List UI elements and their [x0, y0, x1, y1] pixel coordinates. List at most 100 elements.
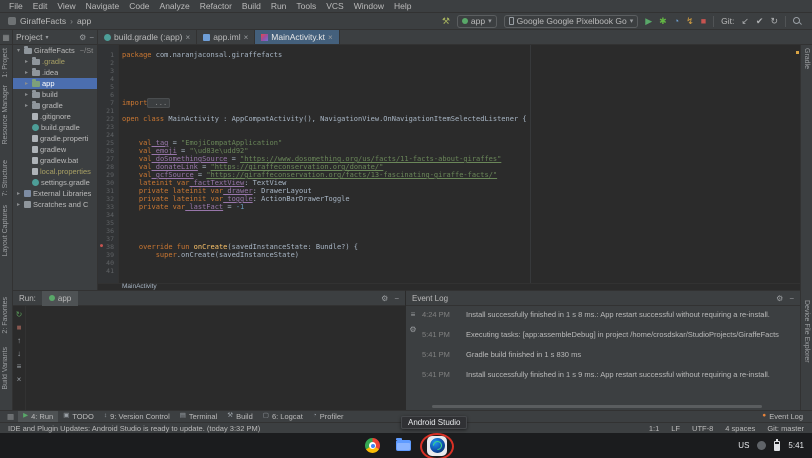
toolwindow-build[interactable]: ⚒Build — [222, 411, 258, 423]
menu-vcs[interactable]: VCS — [321, 1, 348, 11]
toolwindow-4-run[interactable]: ▶4: Run — [18, 411, 58, 423]
code-line[interactable]: 4 — [98, 75, 800, 83]
line-number[interactable]: 1 — [98, 51, 118, 59]
menu-view[interactable]: View — [52, 1, 80, 11]
line-number[interactable]: 6 — [98, 91, 118, 99]
search-icon[interactable] — [793, 17, 802, 26]
run-tab-app[interactable]: app — [42, 291, 78, 306]
code-line[interactable]: 26 val emoji = "\ud83e\udd92" — [98, 147, 800, 155]
git-revert-icon[interactable]: ↻ — [770, 17, 778, 26]
code-line[interactable]: 25 val tag = "EmojiCompatApplication" — [98, 139, 800, 147]
settings-icon[interactable]: ⚙ — [409, 325, 416, 334]
stop-icon[interactable]: ■ — [17, 323, 22, 332]
code-line[interactable]: 6 — [98, 91, 800, 99]
device-select[interactable]: Google Google Pixelbook Go ▾ — [504, 15, 639, 28]
override-marker-icon[interactable]: ● — [100, 244, 103, 249]
hide-panel-icon[interactable]: − — [789, 294, 794, 303]
tool-strip-2-favorites[interactable]: 2: Favorites — [2, 297, 9, 334]
line-number[interactable]: 4 — [98, 75, 118, 83]
menu-window[interactable]: Window — [349, 1, 389, 11]
line-number[interactable]: 23 — [98, 123, 118, 131]
line-number[interactable]: 40 — [98, 259, 118, 267]
code-line[interactable]: 1package com.naranjaconsal.giraffefacts — [98, 51, 800, 59]
git-update-icon[interactable]: ↙ — [741, 17, 749, 26]
menu-refactor[interactable]: Refactor — [195, 1, 237, 11]
line-number[interactable]: 22 — [98, 115, 118, 123]
tool-strip-device-file-explorer[interactable]: Device File Explorer — [803, 300, 810, 363]
line-number[interactable]: 5 — [98, 83, 118, 91]
toolwindow-6-logcat[interactable]: ▢6: Logcat — [258, 411, 308, 423]
horizontal-scrollbar[interactable] — [432, 405, 762, 408]
code-line[interactable]: 29 val gcfSource = "https://giraffeconse… — [98, 171, 800, 179]
expand-arrow-icon[interactable]: ▸ — [23, 58, 30, 65]
tree-item-build[interactable]: ▸build — [13, 89, 97, 100]
hide-panel-icon[interactable]: − — [394, 294, 399, 303]
code-editor[interactable]: 1package com.naranjaconsal.giraffefacts 2… — [98, 45, 800, 283]
git-branch[interactable]: Git: master — [767, 424, 804, 433]
tree-item-gradle-properti[interactable]: gradle.properti — [13, 133, 97, 144]
tree-item-app[interactable]: ▸app — [13, 78, 97, 89]
expand-arrow-icon[interactable]: ▾ — [15, 47, 22, 54]
toolwindow-todo[interactable]: ▣TODO — [58, 411, 99, 423]
code-line[interactable]: 39 super.onCreate(savedInstanceState) — [98, 251, 800, 259]
code-line[interactable]: 24 — [98, 131, 800, 139]
clear-console-icon[interactable]: × — [17, 375, 22, 384]
code-line[interactable]: 38● override fun onCreate(savedInstanceS… — [98, 243, 800, 251]
stop-button[interactable]: ■ — [701, 17, 706, 26]
toolwindow-9-version-control[interactable]: ↕9: Version Control — [99, 411, 175, 423]
tree-item-scratches-and-c[interactable]: ▸Scratches and C — [13, 199, 97, 210]
close-icon[interactable]: × — [186, 33, 191, 42]
rerun-icon[interactable]: ↻ — [16, 310, 23, 319]
chrome-icon[interactable] — [365, 438, 380, 453]
expand-arrow-icon[interactable]: ▸ — [15, 190, 22, 197]
code-line[interactable]: 23 — [98, 123, 800, 131]
tree-item-gradle[interactable]: ▸.gradle — [13, 56, 97, 67]
code-line[interactable]: 27 val doSomethingSource = "https://www.… — [98, 155, 800, 163]
menu-edit[interactable]: Edit — [28, 1, 53, 11]
close-icon[interactable]: × — [244, 33, 249, 42]
build-hammer-icon[interactable]: ⚒ — [442, 17, 450, 26]
soft-wrap-icon[interactable]: ≡ — [411, 310, 416, 319]
code-line[interactable]: 7import ... — [98, 99, 800, 107]
line-number[interactable]: 41 — [98, 267, 118, 275]
line-number[interactable]: 35 — [98, 219, 118, 227]
caret-position[interactable]: 1:1 — [649, 424, 659, 433]
down-stack-icon[interactable]: ↓ — [17, 349, 21, 358]
line-number[interactable]: 30 — [98, 179, 118, 187]
file-encoding[interactable]: UTF-8 — [692, 424, 713, 433]
code-line[interactable]: 31 private lateinit var drawer: DrawerLa… — [98, 187, 800, 195]
code-line[interactable]: 34 — [98, 211, 800, 219]
system-tray[interactable]: US 5:41 — [738, 441, 804, 451]
gear-icon[interactable]: ⚙ — [79, 33, 86, 42]
tool-strip-7-structure[interactable]: 7: Structure — [2, 160, 9, 196]
tool-strip-resource-manager[interactable]: Resource Manager — [2, 85, 9, 145]
line-number[interactable]: 31 — [98, 187, 118, 195]
code-line[interactable]: 36 — [98, 227, 800, 235]
code-line[interactable]: 37 — [98, 235, 800, 243]
event-log-body[interactable]: ≡⚙ 4:24 PMInstall successfully finished … — [406, 306, 800, 410]
line-number[interactable]: 7 — [98, 99, 118, 107]
tree-item-idea[interactable]: ▸.idea — [13, 67, 97, 78]
run-console[interactable]: ↻■↑↓≡× — [13, 306, 405, 410]
line-number[interactable]: 29 — [98, 171, 118, 179]
tool-strip-layout-captures[interactable]: Layout Captures — [2, 205, 9, 256]
tree-item-giraffefacts[interactable]: ▾GiraffeFacts~/St — [13, 45, 97, 56]
menu-tools[interactable]: Tools — [291, 1, 321, 11]
profile-button[interactable]: ◔ — [674, 17, 679, 26]
expand-arrow-icon[interactable]: ▸ — [15, 201, 22, 208]
tool-windows-icon[interactable]: ▦ — [4, 411, 17, 423]
code-line[interactable]: 3 — [98, 67, 800, 75]
keyboard-layout-indicator[interactable]: US — [738, 441, 749, 450]
gear-icon[interactable]: ⚙ — [776, 294, 783, 303]
hide-panel-icon[interactable]: − — [89, 33, 94, 42]
tool-windows-icon[interactable]: ▦ — [0, 30, 13, 44]
expand-arrow-icon[interactable]: ▸ — [23, 91, 30, 98]
code-line[interactable]: 35 — [98, 219, 800, 227]
line-number[interactable]: 26 — [98, 147, 118, 155]
tree-item-gitignore[interactable]: .gitignore — [13, 111, 97, 122]
run-button[interactable]: ▶ — [645, 17, 652, 26]
editor-tab-build-gradle-app[interactable]: build.gradle (:app)× — [98, 30, 197, 44]
android-studio-icon[interactable] — [427, 436, 447, 456]
line-number[interactable]: 24 — [98, 131, 118, 139]
code-line[interactable]: 5 — [98, 83, 800, 91]
